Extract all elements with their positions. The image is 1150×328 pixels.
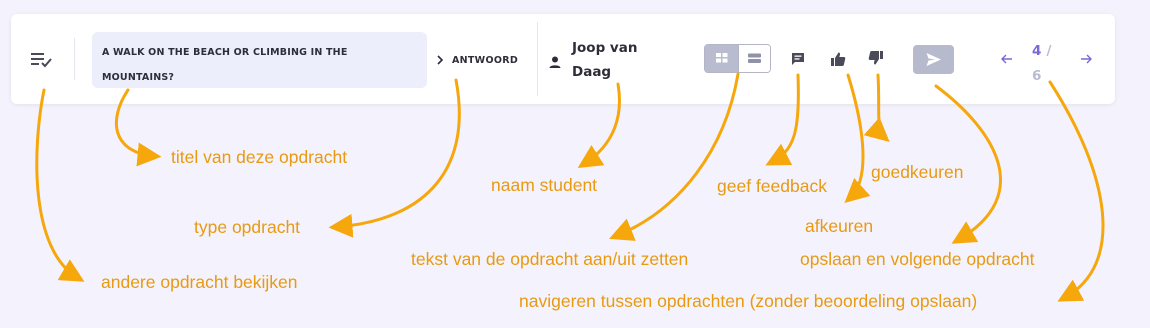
divider [537,22,538,96]
arrow-navigate [1048,80,1105,302]
thumb-up-icon [831,52,846,66]
assignment-type-label: ANTWOORD [452,54,519,66]
grid-view-icon [716,53,728,63]
prev-assignment-button[interactable] [999,51,1015,67]
list-view-icon [748,53,761,63]
comment-icon [792,53,804,65]
person-icon [548,54,562,68]
text-toggle[interactable] [704,44,771,73]
approve-button[interactable] [829,50,847,68]
assignment-title-box: A WALK ON THE BEACH OR CLIMBING IN THE M… [92,32,427,88]
thumb-down-icon [868,51,883,65]
page-total: 6 [1032,68,1042,84]
assignment-title: A WALK ON THE BEACH OR CLIMBING IN THE M… [102,47,348,83]
assignment-list-button[interactable] [29,50,55,70]
annotation-reject: afkeuren [805,216,874,236]
grading-toolbar: A WALK ON THE BEACH OR CLIMBING IN THE M… [11,14,1115,104]
annotation-toggle-text: tekst van de opdracht aan/uit zetten [411,249,689,269]
list-view-button[interactable] [738,45,770,72]
annotation-feedback: geef feedback [717,176,827,196]
reject-button[interactable] [867,49,885,67]
feedback-button[interactable] [789,50,807,68]
annotation-approve: goedkeuren [871,162,964,182]
annotation-save-next: opslaan en volgende opdracht [800,249,1035,269]
page-separator: / [1046,43,1052,59]
arrow-other [35,88,85,282]
divider [74,38,75,80]
annotation-student: naam student [491,175,598,195]
annotation-other: andere opdracht bekijken [101,272,298,292]
grid-view-button[interactable] [705,45,738,72]
arrow-left-icon [1001,54,1012,64]
student-name: Joop van Daag [572,40,638,80]
playlist-check-icon [31,53,52,68]
annotation-type: type opdracht [194,217,301,237]
send-icon [926,53,941,66]
arrow-right-icon [1081,54,1092,64]
page-indicator: 4 / 6 [1032,38,1064,88]
next-assignment-button[interactable] [1078,51,1094,67]
page-current: 4 [1032,43,1042,59]
save-next-button[interactable] [913,45,954,74]
assignment-type: ANTWOORD [435,52,518,68]
chevron-right-icon [437,55,444,65]
annotation-title: titel van deze opdracht [171,147,348,167]
annotation-navigate: navigeren tussen opdrachten (zonder beoo… [519,291,978,311]
